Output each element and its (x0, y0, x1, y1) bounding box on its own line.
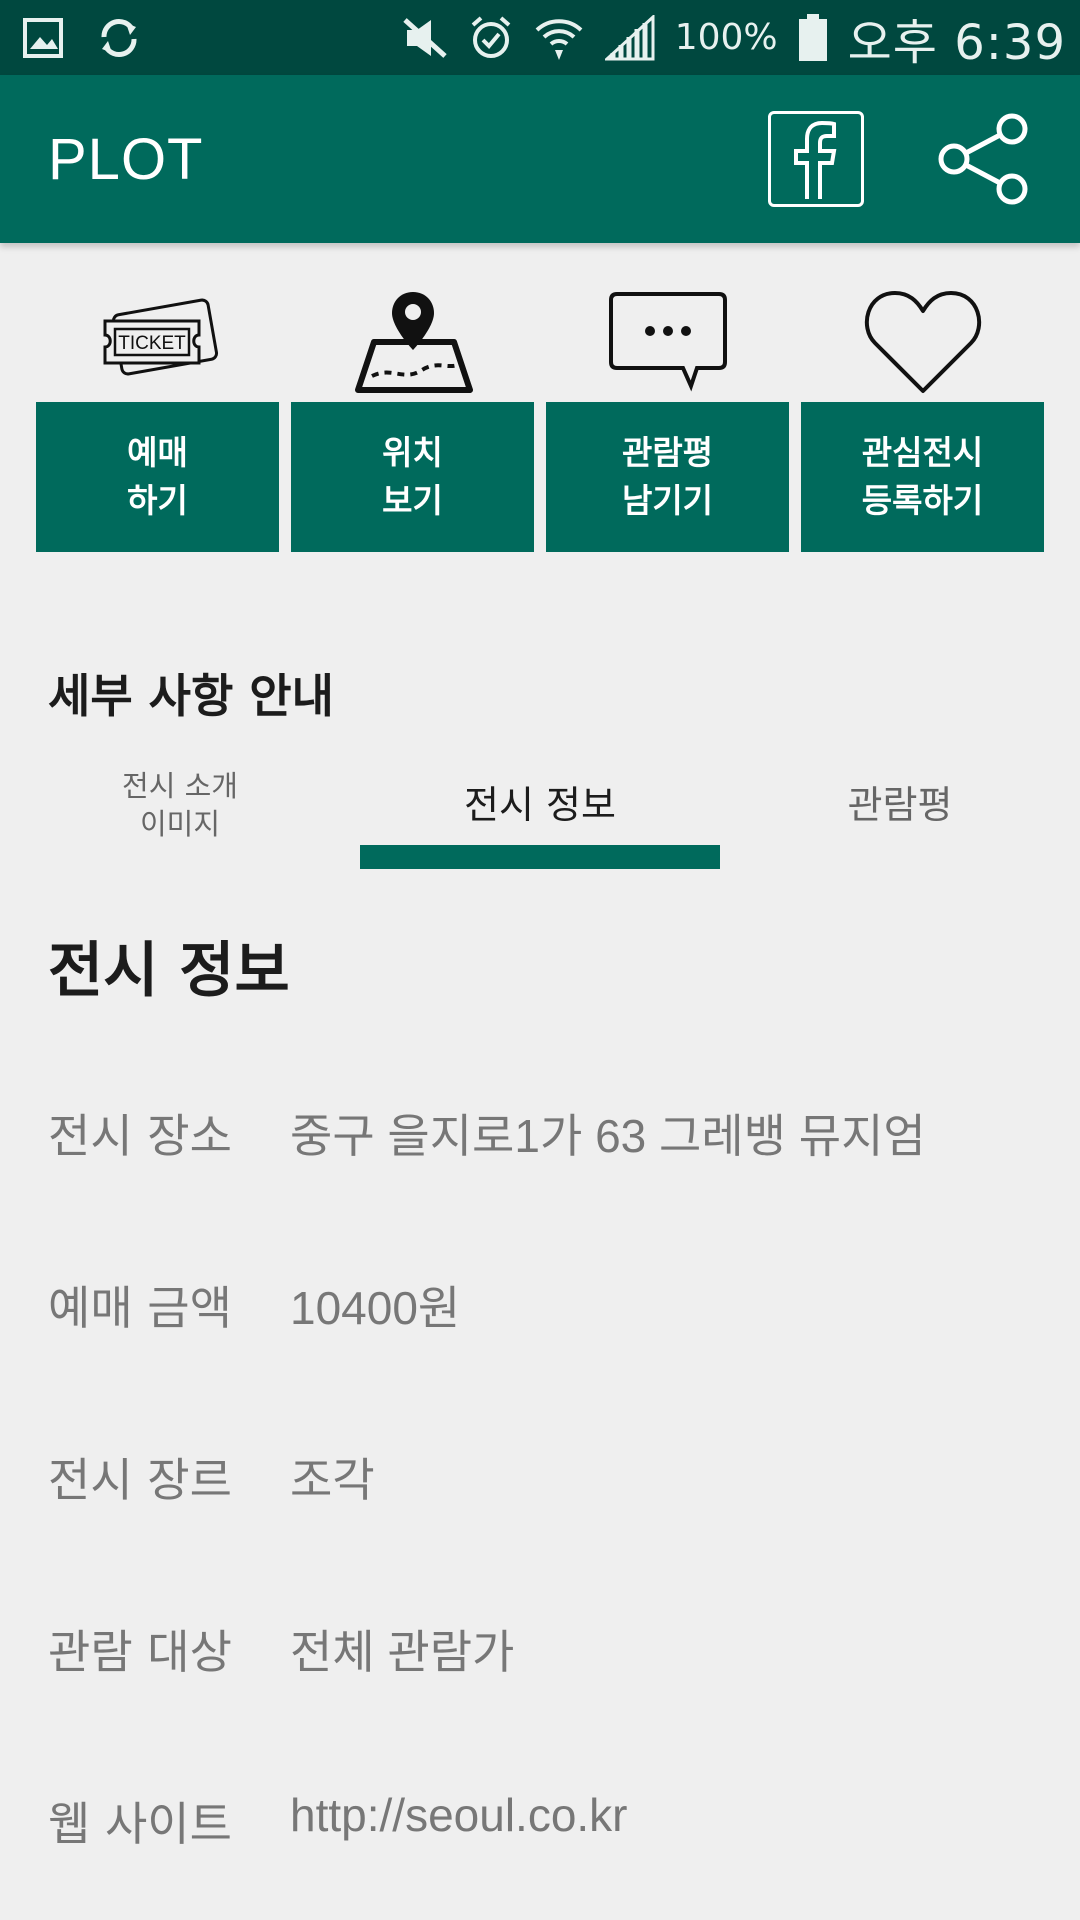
map-pin-icon[interactable] (348, 280, 478, 402)
svg-text:TICKET: TICKET (118, 333, 186, 354)
wifi-icon (533, 14, 585, 62)
review-button[interactable]: 관람평 남기기 (546, 402, 789, 552)
favorite-button[interactable]: 관심전시 등록하기 (801, 402, 1044, 552)
detail-row-location: 전시 장소 중구 을지로1가 63 그레뱅 뮤지엄 (48, 1100, 1048, 1272)
app-bar: PLOT (0, 75, 1080, 243)
detail-row-genre: 전시 장르 조각 (48, 1444, 1048, 1616)
alarm-icon (469, 15, 513, 61)
detail-label: 전시 장소 (48, 1109, 232, 1163)
website-link[interactable]: http://seoul.co.kr (290, 1788, 628, 1842)
facebook-icon[interactable] (768, 111, 864, 207)
sync-icon (96, 15, 142, 61)
share-icon[interactable] (936, 111, 1032, 207)
detail-list: 전시 장소 중구 을지로1가 63 그레뱅 뮤지엄 예매 금액 10400원 전… (48, 1100, 1048, 1920)
mute-icon (401, 16, 449, 60)
gallery-icon (22, 17, 64, 59)
detail-label: 전시 장르 (48, 1453, 232, 1507)
battery-icon (798, 13, 828, 62)
section-title: 세부 사항 안내 (48, 669, 334, 723)
battery-percent: 100% (674, 17, 778, 58)
detail-label: 웹 사이트 (48, 1797, 232, 1851)
ticket-icon[interactable]: TICKET (93, 280, 223, 402)
detail-title: 전시 정보 (48, 936, 290, 1006)
detail-value: 10400원 (290, 1282, 461, 1334)
chat-bubble-icon[interactable] (605, 280, 731, 402)
action-location: 위치 보기 (291, 280, 534, 552)
action-favorite: 관심전시 등록하기 (801, 280, 1044, 552)
action-bar: TICKET 예매 하기 위치 보기 관람평 남기기 관심전시 등록하기 (36, 280, 1044, 552)
status-bar: 100% 오후 6:39 (0, 0, 1080, 75)
detail-row-audience: 관람 대상 전체 관람가 (48, 1616, 1048, 1788)
detail-value: 조각 (290, 1454, 375, 1506)
detail-value: 중구 을지로1가 63 그레뱅 뮤지엄 (290, 1110, 926, 1162)
detail-label: 예매 금액 (48, 1281, 232, 1335)
location-button[interactable]: 위치 보기 (291, 402, 534, 552)
action-reserve: TICKET 예매 하기 (36, 280, 279, 552)
signal-icon (604, 14, 655, 61)
detail-label: 관람 대상 (48, 1625, 232, 1679)
detail-row-website: 웹 사이트 http://seoul.co.kr (48, 1788, 1048, 1920)
clock: 오후 6:39 (847, 14, 1066, 71)
app-title: PLOT (48, 126, 204, 192)
action-review: 관람평 남기기 (546, 280, 789, 552)
tab-indicator (360, 845, 720, 869)
heart-icon[interactable] (861, 280, 985, 402)
tab-intro-image[interactable]: 전시 소개 이미지 (60, 740, 300, 870)
tab-reviews[interactable]: 관람평 (780, 740, 1020, 870)
reserve-button[interactable]: 예매 하기 (36, 402, 279, 552)
detail-row-price: 예매 금액 10400원 (48, 1272, 1048, 1444)
detail-value: 전체 관람가 (290, 1626, 515, 1678)
